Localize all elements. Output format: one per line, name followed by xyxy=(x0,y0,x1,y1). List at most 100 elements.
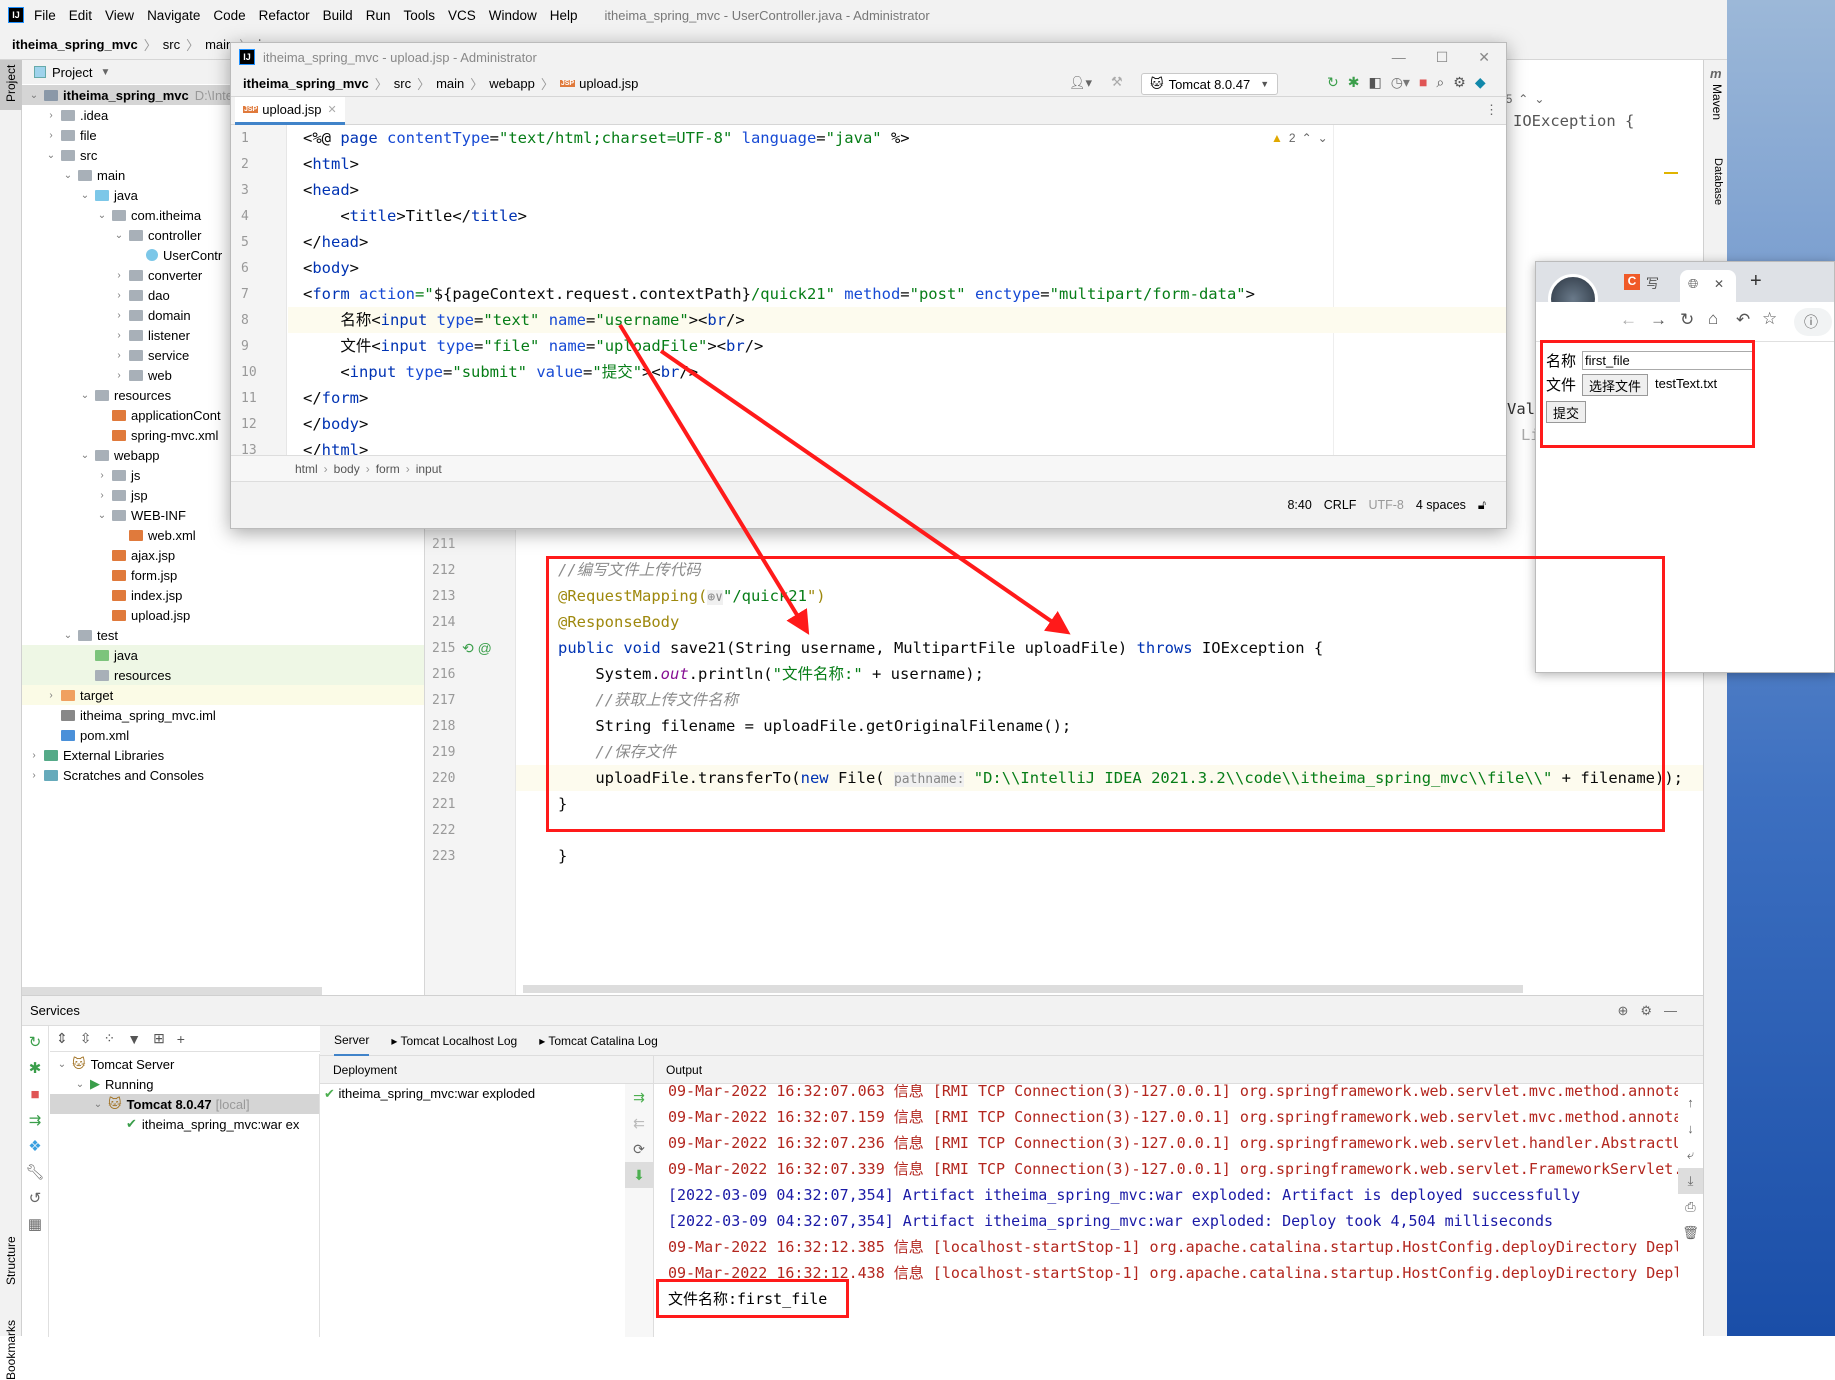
prev-highlight-icon[interactable]: ⌃ xyxy=(1518,92,1528,106)
chevron-right-icon[interactable]: › xyxy=(96,490,108,501)
lock-icon[interactable]: 🔓︎ xyxy=(1478,498,1486,513)
horizontal-scrollbar[interactable] xyxy=(22,987,322,995)
rerun-icon[interactable]: ↻ xyxy=(1327,74,1339,91)
add-service-icon[interactable]: + xyxy=(177,1031,185,1047)
tree-item[interactable]: ajax.jsp xyxy=(22,545,424,565)
show-output-icon[interactable]: ⬇ xyxy=(625,1162,653,1188)
service-tree-item[interactable]: ✔ itheima_spring_mvc:war ex xyxy=(50,1114,319,1134)
service-tree-item[interactable]: ⌄ 🐱︎ Tomcat Server xyxy=(50,1054,319,1074)
name-input[interactable] xyxy=(1582,351,1754,370)
layout-icon[interactable]: ▦ xyxy=(22,1212,48,1238)
next-highlight-icon[interactable]: ⌄ xyxy=(1318,131,1328,145)
indent-setting[interactable]: 4 spaces xyxy=(1416,498,1466,512)
new-tab-icon[interactable]: ⊞ xyxy=(153,1030,165,1047)
run-configuration-select[interactable]: 🐱︎ Tomcat 8.0.47 ▼ xyxy=(1141,73,1279,95)
vcs-user-icon[interactable]: 👤︎▾ xyxy=(1069,75,1092,91)
chevron-down-icon[interactable]: ⌄ xyxy=(79,450,91,461)
chevron-right-icon[interactable]: › xyxy=(113,350,125,361)
crumb-input[interactable]: input xyxy=(416,462,442,476)
service-tree-item[interactable]: ⌄ 🐱︎ Tomcat 8.0.47 [local] xyxy=(50,1094,319,1114)
project-tool-tab[interactable]: Project xyxy=(4,65,18,102)
bookmarks-tool-tab[interactable]: Bookmarks xyxy=(4,1320,18,1380)
breadcrumb-project[interactable]: itheima_spring_mvc xyxy=(243,76,369,91)
menu-refactor[interactable]: Refactor xyxy=(259,8,310,23)
chevron-down-icon[interactable]: ⌄ xyxy=(45,150,57,161)
rerun-icon[interactable]: ↻ xyxy=(22,1030,48,1056)
tab-title[interactable]: 写 xyxy=(1646,273,1659,292)
artifact-icon[interactable]: ❖ xyxy=(22,1134,48,1160)
tab-tomcat-localhost-log[interactable]: ▸ Tomcat Localhost Log xyxy=(391,1034,517,1048)
crumb-body[interactable]: body xyxy=(334,462,360,476)
menu-code[interactable]: Code xyxy=(213,8,245,23)
chevron-right-icon[interactable]: › xyxy=(113,290,125,301)
tree-item[interactable]: › target xyxy=(22,685,424,705)
run-gutter-icon[interactable]: ⟲ @ xyxy=(462,640,492,657)
next-highlight-icon[interactable]: ⌄ xyxy=(1534,92,1544,106)
choose-file-button[interactable]: 选择文件 xyxy=(1582,374,1649,396)
maximize-button[interactable]: ☐ xyxy=(1436,49,1449,66)
chevron-down-icon[interactable]: ⌄ xyxy=(56,1059,68,1070)
build-hammer-icon[interactable]: ⚒ xyxy=(1111,74,1123,90)
structure-tool-tab[interactable]: Structure xyxy=(4,1236,18,1285)
horizontal-scrollbar[interactable] xyxy=(523,985,1523,993)
filter-icon[interactable]: ▼ xyxy=(127,1031,141,1047)
jetbrains-icon[interactable]: ◆ xyxy=(1475,74,1486,91)
breadcrumb-webapp[interactable]: webapp xyxy=(489,76,535,91)
chevron-down-icon[interactable]: ▼ xyxy=(100,67,110,78)
popup-code-editor[interactable]: ▲2⌃⌄ 1234567891011121314<%@ page content… xyxy=(231,125,1506,484)
menu-navigate[interactable]: Navigate xyxy=(147,8,200,23)
tree-item[interactable]: itheima_spring_mvc.iml xyxy=(22,705,424,725)
search-icon[interactable]: ⌕ xyxy=(1436,74,1444,91)
back-icon[interactable]: ← xyxy=(1620,310,1637,330)
chevron-right-icon[interactable]: › xyxy=(45,130,57,141)
line-separator[interactable]: CRLF xyxy=(1324,498,1357,512)
services-header-actions[interactable]: ⊕⚙— xyxy=(1617,1003,1689,1019)
stop-icon[interactable]: ■ xyxy=(22,1082,48,1108)
menu-window[interactable]: Window xyxy=(489,8,537,23)
refresh-icon[interactable]: ⟳ xyxy=(625,1136,653,1162)
clear-icon[interactable]: 🗑︎ xyxy=(1678,1220,1703,1246)
file-encoding[interactable]: UTF-8 xyxy=(1368,498,1403,512)
chevron-down-icon[interactable]: ⌄ xyxy=(113,230,125,241)
service-tree-item[interactable]: ⌄ ▶ Running xyxy=(50,1074,319,1094)
breadcrumb-src[interactable]: src xyxy=(394,76,411,91)
chevron-right-icon[interactable]: › xyxy=(45,690,57,701)
caret-position[interactable]: 8:40 xyxy=(1287,498,1311,512)
expand-all-icon[interactable]: ⇕ xyxy=(56,1030,68,1047)
undo-icon[interactable]: ↶ xyxy=(1736,310,1750,330)
chevron-down-icon[interactable]: ⌄ xyxy=(62,170,74,181)
profile-icon[interactable]: ◷▾ xyxy=(1391,74,1410,91)
tree-item[interactable]: pom.xml xyxy=(22,725,424,745)
menu-help[interactable]: Help xyxy=(550,8,578,23)
scroll-up-icon[interactable]: ↑ xyxy=(1678,1090,1703,1116)
breadcrumb-file[interactable]: upload.jsp xyxy=(579,76,638,91)
menu-file[interactable]: File xyxy=(34,8,56,23)
close-button[interactable]: ✕ xyxy=(1478,49,1490,66)
inspection-widget[interactable]: ▲ 2 ⌃ ⌄ xyxy=(1271,131,1328,145)
scroll-to-end-icon[interactable]: ⤓ xyxy=(1678,1168,1703,1194)
chevron-down-icon[interactable]: ⌄ xyxy=(96,210,108,221)
breadcrumb-project[interactable]: itheima_spring_mvc xyxy=(12,37,138,52)
refresh-icon[interactable]: ↺ xyxy=(22,1186,48,1212)
chevron-right-icon[interactable]: › xyxy=(96,470,108,481)
chevron-right-icon[interactable]: › xyxy=(113,310,125,321)
breadcrumb-src[interactable]: src xyxy=(163,37,180,52)
crumb-form[interactable]: form xyxy=(376,462,400,476)
chevron-right-icon[interactable]: › xyxy=(45,110,57,121)
tab-server[interactable]: Server xyxy=(334,1026,370,1056)
tree-item[interactable]: ⌄ test xyxy=(22,625,424,645)
more-options-icon[interactable]: ⋮ xyxy=(1485,102,1498,118)
chevron-down-icon[interactable]: ⌄ xyxy=(79,190,91,201)
close-tab-icon[interactable]: ✕ xyxy=(1714,277,1724,291)
tree-item[interactable]: › Scratches and Consoles xyxy=(22,765,424,785)
collapse-all-icon[interactable]: ⇳ xyxy=(80,1030,92,1047)
menu-build[interactable]: Build xyxy=(323,8,353,23)
menu-vcs[interactable]: VCS xyxy=(448,8,476,23)
scroll-down-icon[interactable]: ↓ xyxy=(1678,1116,1703,1142)
reload-icon[interactable]: ↻ xyxy=(1680,310,1694,330)
debug-icon[interactable]: ✱ xyxy=(1348,74,1360,91)
output-console[interactable]: 09-Mar-2022 16:32:07.063 信息 [RMI TCP Con… xyxy=(653,1084,1703,1337)
menu-tools[interactable]: Tools xyxy=(403,8,435,23)
close-tab-icon[interactable]: ✕ xyxy=(328,103,337,116)
address-bar[interactable]: ⓘ xyxy=(1794,308,1832,336)
